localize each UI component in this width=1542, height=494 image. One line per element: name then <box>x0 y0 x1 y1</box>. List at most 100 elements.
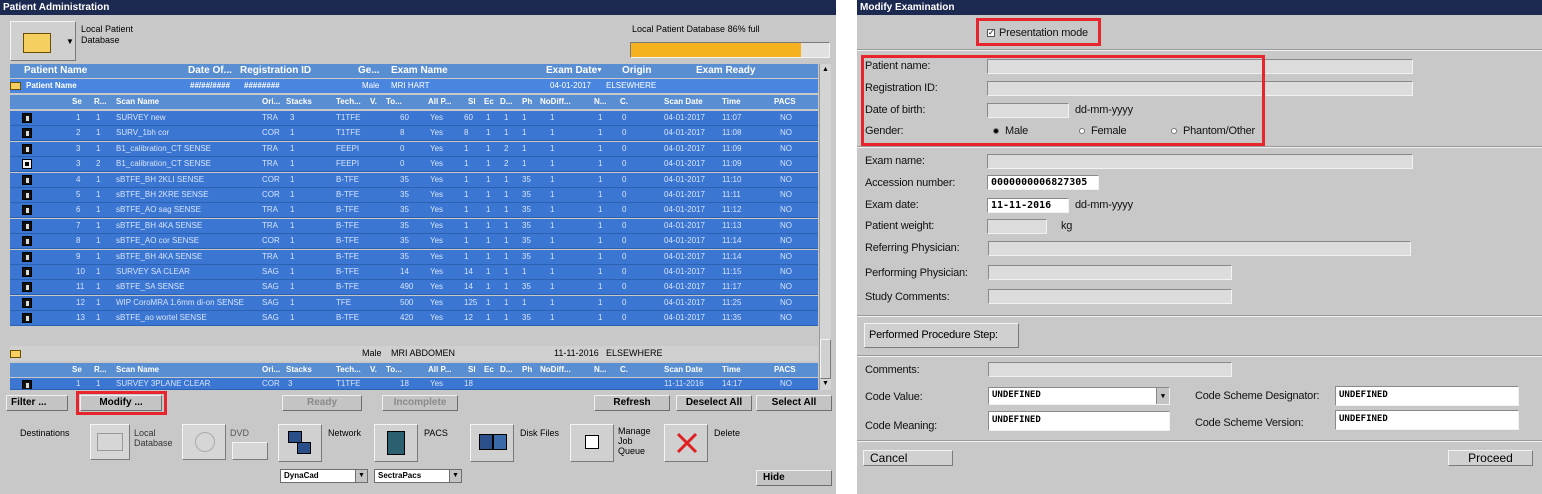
col-ori[interactable]: Ori... <box>262 363 280 377</box>
comments-field[interactable] <box>988 362 1232 377</box>
table-row[interactable]: 6 1 sBTFE_AO sag SENSE TRA 1 B-TFE 35 Yes 1 1 1 35 1… <box>10 203 818 219</box>
code-value-select[interactable]: UNDEFINED ▼ <box>988 387 1170 405</box>
col-nodiff[interactable]: NoDiff... <box>540 363 571 377</box>
col-scan-date[interactable]: Scan Date <box>664 363 703 377</box>
table-row[interactable]: 2 1 SURV_1bh cor COR 1 T1TFE 8 Yes 8 1 1 1 1 1 0 04-01-… <box>10 126 818 142</box>
pacs-select[interactable]: SectraPacs ▼ <box>374 469 462 483</box>
col-r[interactable]: R... <box>94 363 106 377</box>
referring-physician-field[interactable] <box>988 241 1411 256</box>
pacs-dest-button[interactable] <box>374 424 418 462</box>
dvd-secondary-button[interactable] <box>232 442 268 460</box>
col-allp[interactable]: All P... <box>428 363 451 377</box>
code-scheme-designator-field[interactable]: UNDEFINED <box>1335 386 1519 406</box>
col-se[interactable]: Se <box>72 363 82 377</box>
code-meaning-field[interactable]: UNDEFINED <box>988 411 1170 431</box>
col-date-of-birth[interactable]: Date Of... <box>188 64 232 78</box>
table-row[interactable]: 12 1 WIP CoroMRA 1.6mm di-on SENSE SAG 1 TFE 5… <box>10 295 818 311</box>
table-row[interactable]: 8 1 sBTFE_AO cor SENSE COR 1 B-TFE 35 Yes 1 1 1 35 1… <box>10 234 818 250</box>
patient-weight-field[interactable] <box>987 219 1047 234</box>
col-c[interactable]: C. <box>620 95 628 109</box>
code-scheme-version-field[interactable]: UNDEFINED <box>1335 410 1519 430</box>
col-d[interactable]: D... <box>500 363 512 377</box>
col-d[interactable]: D... <box>500 95 512 109</box>
col-ec[interactable]: Ec <box>484 363 494 377</box>
table-row[interactable]: 11 1 sBTFE_SA SENSE SAG 1 B-TFE 490 Yes 14 1 1 35 1 1… <box>10 280 818 296</box>
delete-button[interactable] <box>664 424 708 462</box>
deselect-all-button[interactable]: Deselect All <box>676 395 752 411</box>
col-to[interactable]: To... <box>386 363 402 377</box>
patient-row[interactable]: Patient Name ##/##/#### ######## Male MR… <box>10 79 818 93</box>
col-time[interactable]: Time <box>722 95 741 109</box>
col-stacks[interactable]: Stacks <box>286 363 312 377</box>
hide-button[interactable]: Hide <box>756 470 832 486</box>
col-scan-name[interactable]: Scan Name <box>116 95 159 109</box>
col-tech[interactable]: Tech... <box>336 95 361 109</box>
table-row[interactable]: 4 1 sBTFE_BH 2KLI SENSE COR 1 B-TFE 35 Yes 1 1 1 35… <box>10 172 818 188</box>
exam-date-field[interactable]: 11-11-2016 <box>987 198 1069 213</box>
col-origin[interactable]: Origin <box>622 64 651 78</box>
col-v[interactable]: V. <box>370 95 377 109</box>
col-time[interactable]: Time <box>722 363 741 377</box>
scroll-thumb[interactable] <box>820 339 831 379</box>
col-pacs[interactable]: PACS <box>774 363 796 377</box>
exam-name-field[interactable] <box>987 154 1413 169</box>
table-scrollbar[interactable]: ▲ ▼ <box>819 64 831 390</box>
col-r[interactable]: R... <box>94 95 106 109</box>
col-nodiff[interactable]: NoDiff... <box>540 95 571 109</box>
performed-procedure-step-button[interactable]: Performed Procedure Step: <box>864 323 1019 348</box>
col-ori[interactable]: Ori... <box>262 95 280 109</box>
scroll-up-icon[interactable]: ▲ <box>820 64 831 76</box>
table-row[interactable]: 3 2 B1_calibration_CT SENSE TRA 1 FEEPI 0 Yes 1 1… <box>10 157 818 173</box>
col-gender[interactable]: Ge... <box>358 64 380 78</box>
study-comments-field[interactable] <box>988 289 1232 304</box>
col-exam-ready[interactable]: Exam Ready <box>696 64 755 78</box>
col-v[interactable]: V. <box>370 363 377 377</box>
table-row[interactable]: 5 1 sBTFE_BH 2KRE SENSE COR 1 B-TFE 35 Yes 1 1 1 35… <box>10 188 818 203</box>
network-dest-button[interactable] <box>278 424 322 462</box>
exam-group-row[interactable]: Male MRI ABDOMEN 11-11-2016 ELSEWHERE <box>10 346 818 361</box>
source-selector[interactable]: ▼ <box>10 21 76 61</box>
col-tech[interactable]: Tech... <box>336 363 361 377</box>
table-row[interactable]: 7 1 sBTFE_BH 4KA SENSE TRA 1 B-TFE 35 Yes 1 1 1 35 1… <box>10 218 818 234</box>
dvd-dest-button[interactable] <box>182 424 226 460</box>
local-database-dest-button[interactable] <box>90 424 130 460</box>
col-se[interactable]: Se <box>72 95 82 109</box>
scroll-down-icon[interactable]: ▼ <box>820 378 831 390</box>
disk-files-dest-button[interactable] <box>470 424 514 462</box>
table-row[interactable]: 13 1 sBTFE_ao wortel SENSE SAG 1 B-TFE 420 Yes 1… <box>10 311 818 327</box>
table-row[interactable]: 9 1 sBTFE_BH 4KA SENSE TRA 1 B-TFE 35 Yes 1 1 1 35 1… <box>10 249 818 265</box>
col-sl[interactable]: Sl <box>468 363 476 377</box>
col-allp[interactable]: All P... <box>428 95 451 109</box>
col-pacs[interactable]: PACS <box>774 95 796 109</box>
table-row[interactable]: 3 1 B1_calibration_CT SENSE TRA 1 FEEPI 0 Yes 1 1… <box>10 141 818 157</box>
table-row[interactable]: 1 1 SURVEY 3PLANE CLEAR COR 3 T1TFE 18 Y… <box>10 378 818 390</box>
table-row[interactable]: 10 1 SURVEY SA CLEAR SAG 1 B-TFE 14 Yes 14 1 1 1 1 1 0… <box>10 265 818 280</box>
filter-button[interactable]: Filter ... <box>6 395 68 411</box>
col-n[interactable]: N... <box>594 95 606 109</box>
col-ph[interactable]: Ph <box>522 95 532 109</box>
incomplete-button[interactable]: Incomplete <box>382 395 458 411</box>
col-n[interactable]: N... <box>594 363 606 377</box>
accession-number-field[interactable]: 0000000006827305 <box>987 175 1099 190</box>
col-exam-name[interactable]: Exam Name <box>391 64 448 78</box>
ready-button[interactable]: Ready <box>282 395 362 411</box>
performing-physician-field[interactable] <box>988 265 1232 280</box>
col-registration-id[interactable]: Registration ID <box>240 64 311 78</box>
col-stacks[interactable]: Stacks <box>286 95 312 109</box>
refresh-button[interactable]: Refresh <box>594 395 670 411</box>
col-ec[interactable]: Ec <box>484 95 494 109</box>
col-scan-name[interactable]: Scan Name <box>116 363 159 377</box>
col-patient-name[interactable]: Patient Name <box>24 64 87 78</box>
select-all-button[interactable]: Select All <box>756 395 832 411</box>
col-ph[interactable]: Ph <box>522 363 532 377</box>
cancel-button[interactable]: Cancel <box>863 450 953 466</box>
col-scan-date[interactable]: Scan Date <box>664 95 703 109</box>
table-row[interactable]: 1 1 SURVEY new TRA 3 T1TFE 60 Yes 60 1 1 1 1 1 0 04-01-… <box>10 111 818 126</box>
col-to[interactable]: To... <box>386 95 402 109</box>
col-c[interactable]: C. <box>620 363 628 377</box>
network-select[interactable]: DynaCad ▼ <box>280 469 368 483</box>
col-exam-date[interactable]: Exam Date <box>546 64 597 78</box>
col-sl[interactable]: Sl <box>468 95 476 109</box>
proceed-button[interactable]: Proceed <box>1448 450 1533 466</box>
manage-job-queue-button[interactable] <box>570 424 614 462</box>
